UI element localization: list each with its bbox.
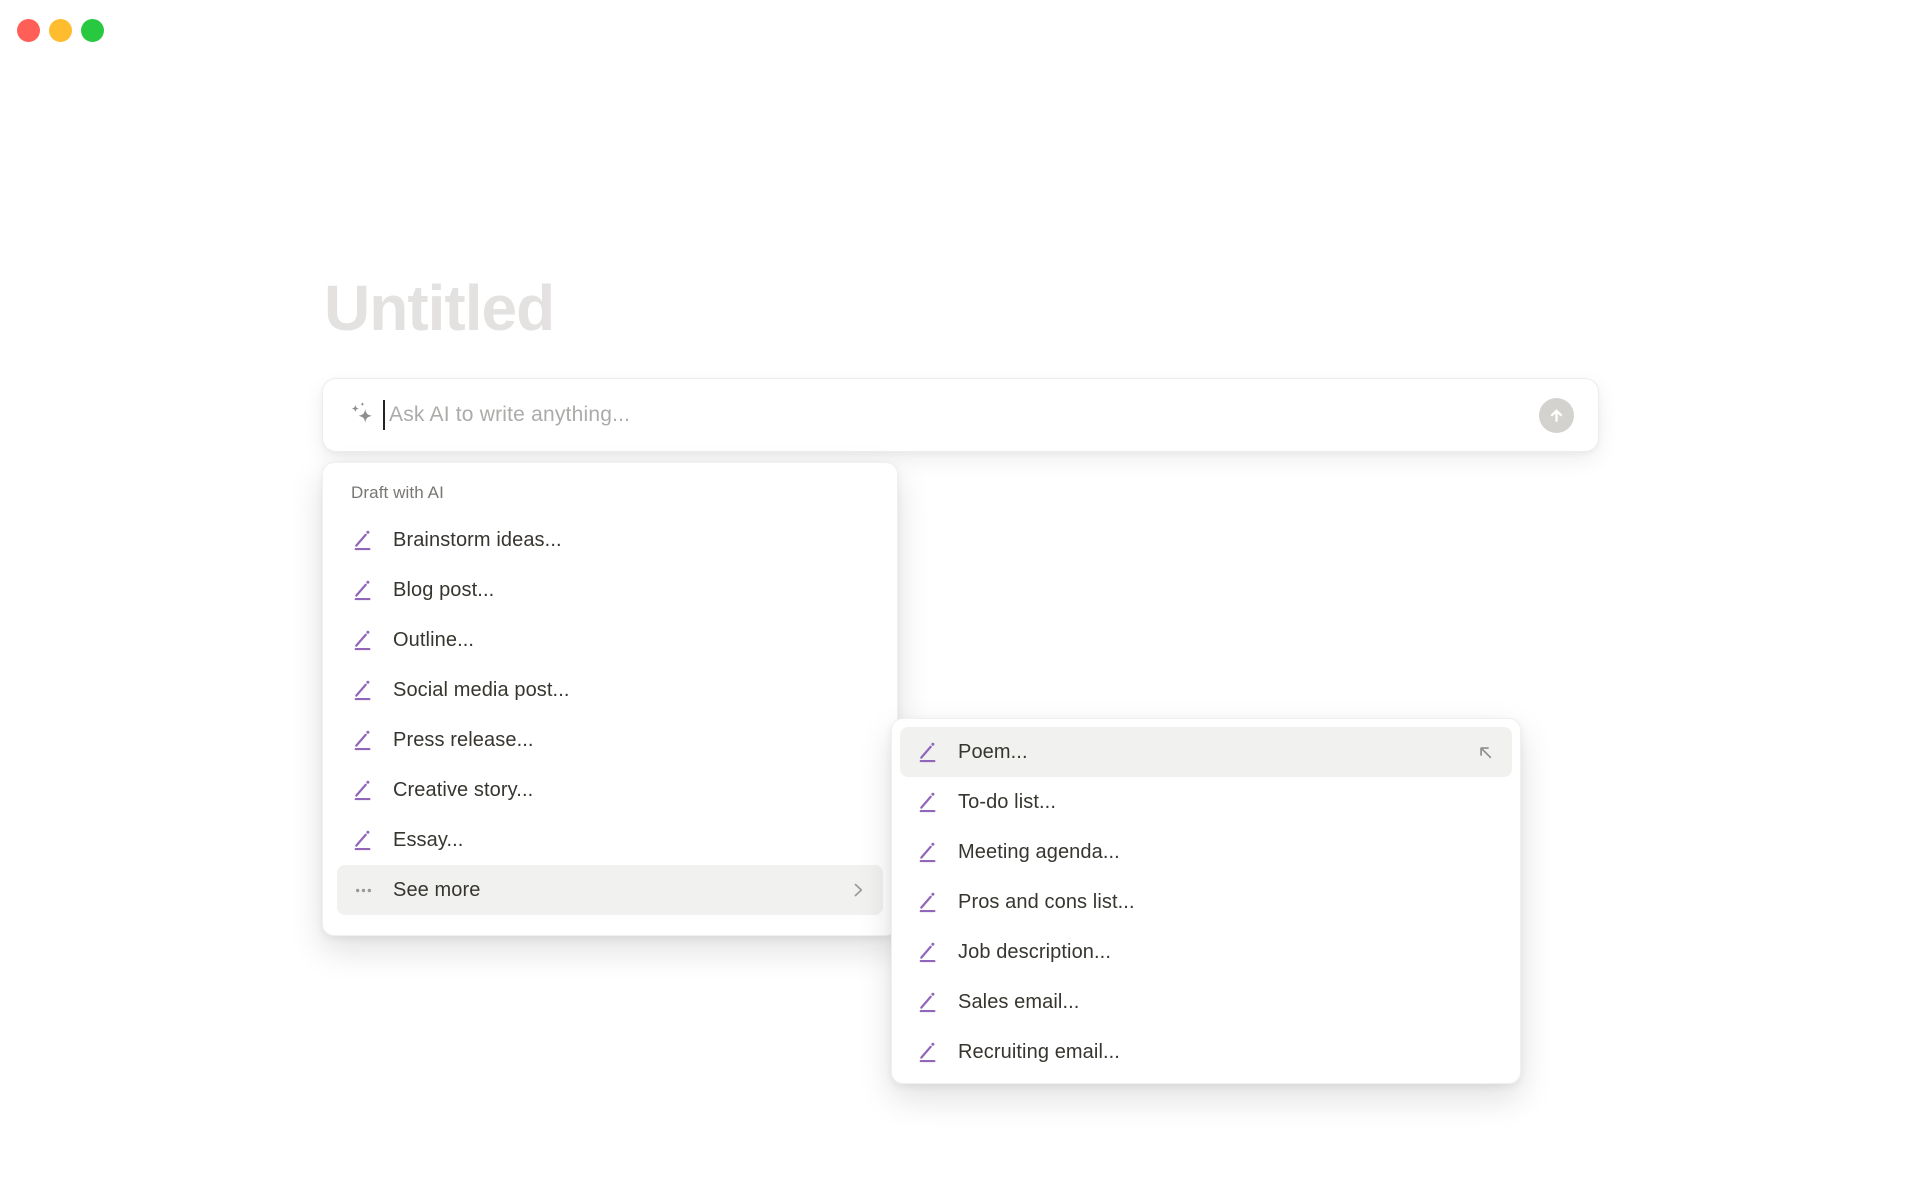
arrow-up-icon: [1547, 406, 1566, 425]
menu-item-blog-post[interactable]: Blog post...: [337, 565, 883, 615]
submit-button[interactable]: [1539, 397, 1574, 433]
ai-input-placeholder: Ask AI to write anything...: [389, 403, 631, 426]
submenu-items: Poem... To-do list... Meeting agenda... Pro…: [900, 727, 1512, 1077]
pencil-icon: [916, 940, 940, 964]
pencil-icon: [916, 890, 940, 914]
pencil-icon: [351, 678, 375, 702]
menu-item-label: Sales email...: [958, 990, 1080, 1013]
menu-item-creative-story[interactable]: Creative story...: [337, 765, 883, 815]
menu-item-label: Essay...: [393, 828, 464, 851]
menu-item-social-media-post[interactable]: Social media post...: [337, 665, 883, 715]
menu-item-press-release[interactable]: Press release...: [337, 715, 883, 765]
menu-item-meeting-agenda[interactable]: Meeting agenda...: [900, 827, 1512, 877]
menu-item-to-do-list[interactable]: To-do list...: [900, 777, 1512, 827]
chevron-right-icon: [847, 879, 869, 901]
draft-menu-items: Brainstorm ideas... Blog post... Outline..…: [337, 515, 883, 915]
page-title-placeholder[interactable]: Untitled: [324, 276, 555, 340]
menu-item-label: Press release...: [393, 728, 534, 751]
ai-prompt-input[interactable]: Ask AI to write anything...: [322, 378, 1599, 452]
pencil-icon: [916, 1040, 940, 1064]
menu-item-job-description[interactable]: Job description...: [900, 927, 1512, 977]
menu-item-poem[interactable]: Poem...: [900, 727, 1512, 777]
menu-item-label: Meeting agenda...: [958, 840, 1120, 863]
draft-with-ai-menu: Draft with AI Brainstorm ideas... Blog po…: [322, 462, 898, 936]
menu-item-label: To-do list...: [958, 790, 1056, 813]
pencil-icon: [351, 578, 375, 602]
menu-item-essay[interactable]: Essay...: [337, 815, 883, 865]
pencil-icon: [351, 828, 375, 852]
window-controls: [17, 19, 104, 42]
see-more-submenu: Poem... To-do list... Meeting agenda... Pro…: [891, 718, 1521, 1084]
menu-item-pros-and-cons-list[interactable]: Pros and cons list...: [900, 877, 1512, 927]
pencil-icon: [351, 528, 375, 552]
menu-item-see-more[interactable]: See more: [337, 865, 883, 915]
pencil-icon: [916, 990, 940, 1014]
text-cursor: [383, 400, 385, 430]
sparkle-icon: [347, 400, 377, 430]
menu-item-label: Creative story...: [393, 778, 534, 801]
pencil-icon: [351, 728, 375, 752]
minimize-button[interactable]: [49, 19, 72, 42]
menu-item-label: Pros and cons list...: [958, 890, 1135, 913]
ellipsis-icon: [351, 878, 375, 902]
pencil-icon: [351, 778, 375, 802]
pencil-icon: [916, 740, 940, 764]
pencil-icon: [916, 790, 940, 814]
menu-item-label: Recruiting email...: [958, 1040, 1120, 1063]
menu-section-header: Draft with AI: [351, 483, 444, 502]
menu-item-brainstorm-ideas[interactable]: Brainstorm ideas...: [337, 515, 883, 565]
pencil-icon: [351, 628, 375, 652]
menu-item-outline[interactable]: Outline...: [337, 615, 883, 665]
menu-item-label: Outline...: [393, 628, 475, 651]
menu-item-label: Brainstorm ideas...: [393, 528, 562, 551]
menu-item-recruiting-email[interactable]: Recruiting email...: [900, 1027, 1512, 1077]
menu-item-label: Blog post...: [393, 578, 495, 601]
notion-ai-window: Untitled Ask AI to write anything... Dra…: [0, 0, 1920, 1200]
close-button[interactable]: [17, 19, 40, 42]
pencil-icon: [916, 840, 940, 864]
menu-item-label: Social media post...: [393, 678, 570, 701]
menu-item-label: Job description...: [958, 940, 1111, 963]
zoom-button[interactable]: [81, 19, 104, 42]
menu-item-label: Poem...: [958, 740, 1028, 763]
arrow-up-left-icon: [1474, 741, 1496, 763]
menu-item-label: See more: [393, 878, 481, 901]
menu-item-sales-email[interactable]: Sales email...: [900, 977, 1512, 1027]
